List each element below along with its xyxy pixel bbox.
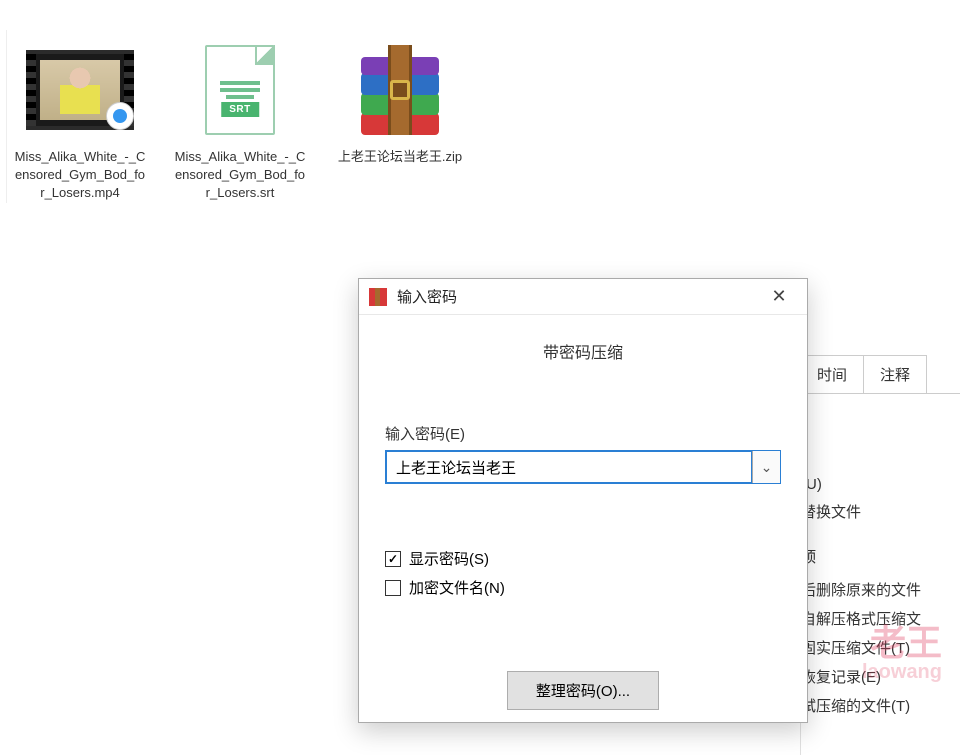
player-badge-icon	[106, 102, 134, 130]
recovery-record-option[interactable]: 恢复记录(E)	[801, 662, 960, 691]
show-password-label: 显示密码(S)	[409, 548, 489, 569]
video-thumbnail	[20, 40, 140, 140]
winrar-icon	[369, 288, 387, 306]
file-item-video[interactable]: Miss_Alika_White_-_Censored_Gym_Bod_for_…	[10, 40, 150, 203]
file-item-zip[interactable]: 上老王论坛当老王.zip	[330, 40, 470, 203]
password-input[interactable]	[386, 451, 752, 483]
encrypt-names-row[interactable]: 加密文件名(N)	[385, 577, 781, 598]
file-name-label: 上老王论坛当老王.zip	[334, 148, 466, 166]
organize-passwords-button[interactable]: 整理密码(O)...	[507, 671, 659, 710]
delete-original-option[interactable]: 后删除原来的文件	[801, 575, 960, 604]
update-mode-label: (U)	[801, 472, 960, 497]
file-name-label: Miss_Alika_White_-_Censored_Gym_Bod_for_…	[10, 148, 150, 203]
file-name-label: Miss_Alika_White_-_Censored_Gym_Bod_for_…	[170, 148, 310, 203]
section-label: 顶	[801, 546, 960, 567]
zip-thumbnail	[340, 40, 460, 140]
dialog-title: 输入密码	[397, 286, 457, 307]
password-field-label: 输入密码(E)	[385, 423, 781, 444]
show-password-row[interactable]: 显示密码(S)	[385, 548, 781, 569]
srt-badge: SRT	[221, 102, 259, 117]
encrypt-names-label: 加密文件名(N)	[409, 577, 505, 598]
file-item-srt[interactable]: SRT Miss_Alika_White_-_Censored_Gym_Bod_…	[170, 40, 310, 203]
solid-archive-option[interactable]: 固实压缩文件(T)	[801, 633, 960, 662]
close-button[interactable]: ✕	[759, 283, 799, 311]
encrypt-names-checkbox[interactable]	[385, 580, 401, 596]
srt-thumbnail: SRT	[180, 40, 300, 140]
dropdown-arrow[interactable]: ⌄	[752, 451, 780, 483]
password-dialog: 输入密码 ✕ 带密码压缩 输入密码(E) ⌄ 显示密码(S) 加密文件名(N) …	[358, 278, 808, 723]
sfx-format-option[interactable]: 自解压格式压缩文	[801, 604, 960, 633]
file-explorer-area: Miss_Alika_White_-_Censored_Gym_Bod_for_…	[0, 20, 960, 223]
dialog-subtitle: 带密码压缩	[385, 315, 781, 423]
background-options-panel: 时间 注释 (U) 替换文件 顶 后删除原来的文件 自解压格式压缩文 固实压缩文…	[800, 355, 960, 755]
close-icon: ✕	[771, 286, 786, 307]
tab-comment[interactable]: 注释	[863, 355, 927, 393]
test-archived-option[interactable]: 试压缩的文件(T)	[801, 691, 960, 720]
replace-files-option[interactable]: 替换文件	[801, 497, 960, 526]
password-combobox[interactable]: ⌄	[385, 450, 781, 484]
dialog-titlebar: 输入密码 ✕	[359, 279, 807, 315]
chevron-down-icon: ⌄	[761, 459, 773, 476]
tab-time[interactable]: 时间	[800, 355, 864, 393]
show-password-checkbox[interactable]	[385, 551, 401, 567]
